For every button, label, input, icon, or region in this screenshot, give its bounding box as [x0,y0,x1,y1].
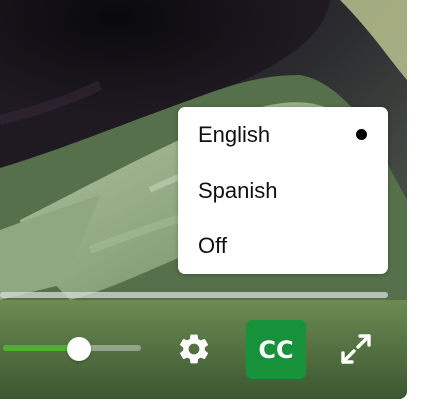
fullscreen-button[interactable] [336,329,376,369]
menu-item-english[interactable]: English [178,107,388,163]
menu-item-label: Spanish [198,178,278,203]
volume-thumb[interactable] [67,337,91,361]
expand-icon [341,334,371,364]
seek-bar[interactable] [0,292,388,298]
closed-captions-button[interactable]: CC [246,320,306,379]
settings-button[interactable] [174,330,214,368]
selected-indicator-icon [356,129,367,140]
gear-icon [179,334,209,364]
cc-label: CC [258,335,294,364]
menu-item-spanish[interactable]: Spanish [178,163,388,219]
volume-slider[interactable] [3,337,143,361]
menu-item-off[interactable]: Off [178,218,388,274]
caption-language-menu: English Spanish Off [178,107,388,274]
video-player: CC English Spanish Off [0,0,407,399]
menu-item-label: English [198,122,271,147]
menu-item-label: Off [198,233,227,258]
